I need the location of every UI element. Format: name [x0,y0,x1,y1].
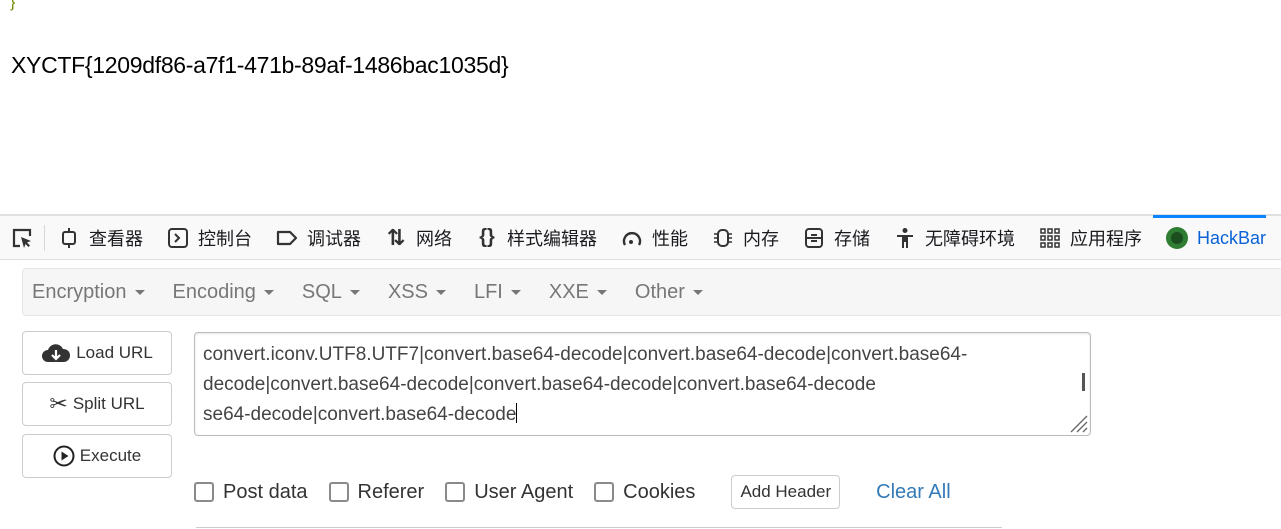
load-url-button[interactable]: Load URL [22,331,172,375]
checkbox-box[interactable] [445,482,466,502]
menu-encryption[interactable]: Encryption [32,281,145,304]
button-label: Execute [79,446,142,465]
inspector-icon [57,226,81,250]
user-agent-checkbox[interactable]: User Agent [445,481,573,504]
tab-label: 控制台 [198,228,252,249]
caret-down-icon [435,289,446,295]
menu-label: SQL [301,280,342,303]
caret-down-icon [349,289,360,295]
post-data-checkbox[interactable]: Post data [194,481,308,504]
text-cursor [516,403,518,423]
checkbox-box[interactable] [328,482,349,502]
accessibility-icon [893,226,917,250]
tab-label: 存储 [834,228,870,249]
divider [196,527,1002,528]
application-icon [1038,226,1062,250]
menu-xss[interactable]: XSS [388,281,446,304]
url-line-text: se64-decode|convert.base64-decode [203,404,517,425]
element-picker-button[interactable] [0,224,45,251]
tab-application[interactable]: 应用程序 [1026,216,1153,259]
performance-icon [620,226,644,250]
tab-inspector[interactable]: 查看器 [45,216,154,259]
scissors-icon: ✂ [49,391,68,416]
caret-down-icon [510,289,521,295]
checkbox-label: Post data [223,480,308,503]
tab-memory[interactable]: 内存 [699,216,790,259]
caret-down-icon [692,289,703,295]
resize-grip-icon[interactable] [1066,411,1088,433]
menu-other[interactable]: Other [635,281,703,304]
referer-checkbox[interactable]: Referer [328,480,425,504]
scrollbar[interactable] [1082,373,1085,391]
tab-label: 内存 [743,228,779,249]
tab-network[interactable]: ⇅ 网络 [372,216,463,259]
caret-down-icon [596,289,607,295]
checkbox-label: User Agent [474,480,574,503]
code-brace: } [10,0,16,11]
menu-xxe[interactable]: XXE [549,281,607,304]
button-label: Split URL [72,394,145,413]
tab-style-editor[interactable]: {} 样式编辑器 [463,216,608,259]
tab-performance[interactable]: 性能 [608,216,699,259]
hackbar-icon [1165,226,1189,250]
style-editor-icon: {} [479,226,495,248]
menu-sql[interactable]: SQL [302,281,360,304]
tab-debugger[interactable]: 调试器 [263,216,372,259]
add-header-button[interactable]: Add Header [731,475,841,509]
menu-label: Encryption [32,280,127,303]
menu-encoding[interactable]: Encoding [173,281,274,304]
cookies-checkbox[interactable]: Cookies [594,481,695,504]
url-line: decode|convert.base64-decode|convert.bas… [203,374,876,395]
cloud-download-icon [41,342,71,364]
tab-label: 查看器 [89,228,143,249]
clear-all-link[interactable]: Clear All [876,481,950,504]
memory-icon [711,226,735,250]
tab-label: 网络 [416,228,452,249]
execute-button[interactable]: Execute [22,434,172,478]
checkbox-box[interactable] [194,482,214,502]
storage-icon [802,226,826,250]
menu-label: Encoding [172,280,256,303]
tab-label: 样式编辑器 [507,228,597,249]
menu-label: Other [634,280,685,303]
tab-label: 无障碍环境 [925,228,1015,249]
tab-storage[interactable]: 存储 [790,216,881,259]
devtools-toolbar: 查看器 控制台 调试器 ⇅ 网络 {} 样式编辑器 性能 内存 存储 无障碍环境 应… [0,214,1281,260]
play-circle-icon [53,445,75,467]
element-picker-icon [12,228,32,248]
url-line: convert.iconv.UTF8.UTF7|convert.base64-d… [203,344,968,365]
split-url-button[interactable]: ✂ Split URL [22,382,172,426]
tab-console[interactable]: 控制台 [154,216,263,259]
caret-down-icon [263,289,274,295]
tab-label: 性能 [652,228,688,249]
button-label: Load URL [76,343,153,362]
caret-down-icon [134,289,145,295]
network-icon: ⇅ [386,224,406,250]
hackbar-menu: Encryption Encoding SQL XSS LFI XXE Othe… [22,268,1281,316]
menu-label: XXE [548,280,589,303]
debugger-icon [275,226,299,250]
checkbox-box[interactable] [594,482,615,502]
flag-text: XYCTF{1209df86-a7f1-471b-89af-1486bac103… [11,52,509,78]
tab-label: 应用程序 [1070,228,1142,249]
menu-lfi[interactable]: LFI [474,281,521,304]
tab-label: HackBar [1197,227,1267,248]
menu-label: LFI [473,280,503,303]
checkbox-label: Cookies [623,480,696,503]
checkbox-label: Referer [357,480,425,503]
menu-label: XSS [387,280,428,303]
tab-hackbar[interactable]: HackBar [1153,215,1267,258]
url-textarea[interactable]: convert.iconv.UTF8.UTF7|convert.base64-d… [194,332,1091,436]
url-line: se64-decode|convert.base64-decode [203,400,1082,430]
options-row: Post data Referer User Agent Cookies Add… [194,475,951,509]
tab-accessibility[interactable]: 无障碍环境 [881,216,1026,259]
tab-label: 调试器 [307,228,361,249]
console-icon [166,226,190,250]
